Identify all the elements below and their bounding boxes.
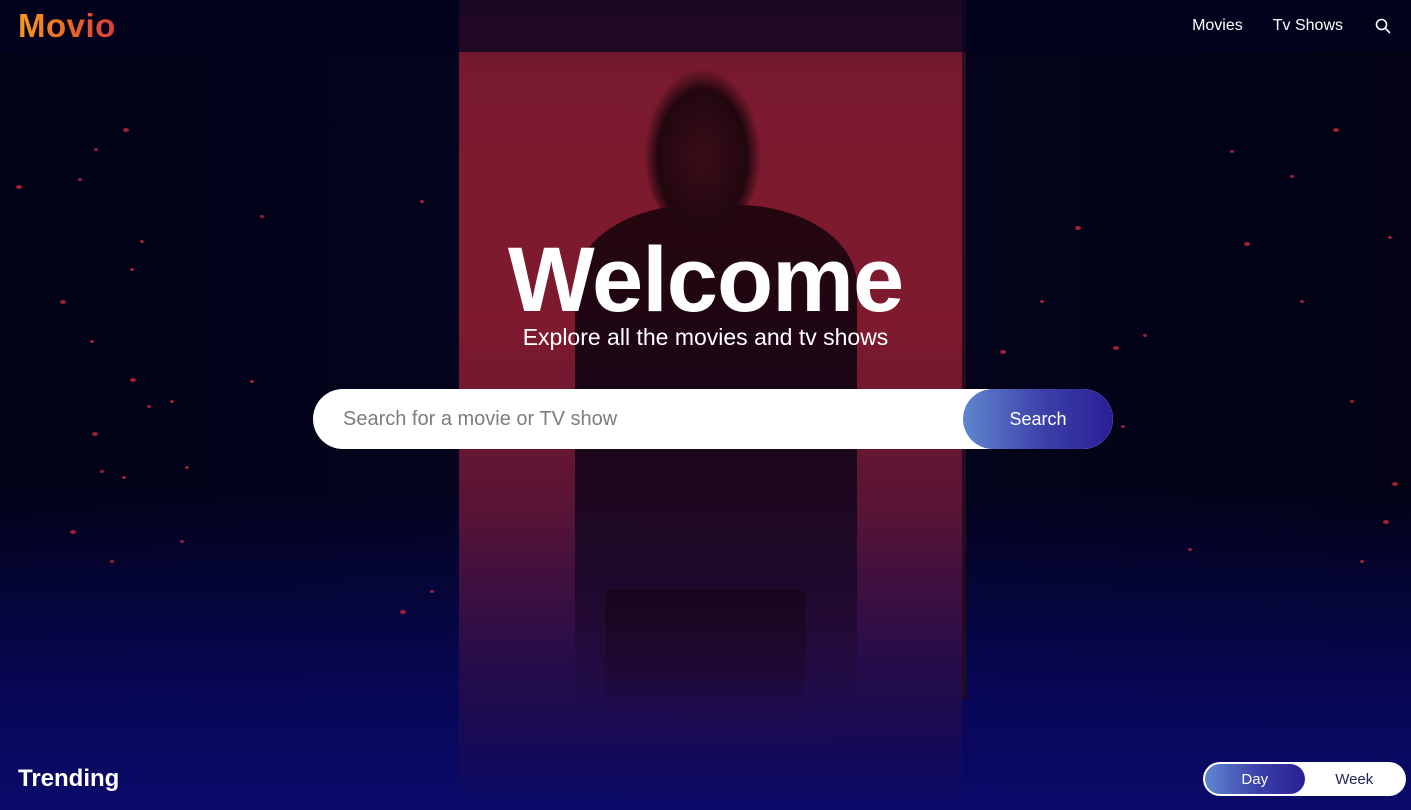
- ember-particle: [123, 128, 129, 132]
- hero-search-bar: Search: [313, 389, 1113, 449]
- ember-particle: [420, 200, 424, 203]
- poster-figure-head: [645, 70, 760, 230]
- ember-particle: [250, 380, 254, 383]
- ember-particle: [170, 400, 174, 403]
- ember-particle: [94, 148, 98, 151]
- ember-particle: [147, 405, 151, 408]
- ember-particle: [1360, 560, 1364, 563]
- ember-particle: [1188, 548, 1192, 551]
- search-button[interactable]: Search: [963, 389, 1113, 449]
- main-nav: Movies Tv Shows: [1192, 16, 1393, 36]
- ember-particle: [400, 610, 406, 614]
- nav-link-movies[interactable]: Movies: [1192, 17, 1243, 35]
- hero-title: Welcome: [507, 229, 904, 331]
- ember-particle: [185, 466, 189, 469]
- ember-particle: [260, 215, 264, 218]
- ember-particle: [110, 560, 114, 563]
- poster-figure-legs: [605, 590, 805, 720]
- logo[interactable]: Movio: [18, 7, 116, 45]
- ember-particle: [1333, 128, 1339, 132]
- ember-particle: [1392, 482, 1398, 486]
- ember-particle: [122, 476, 126, 479]
- ember-particle: [1383, 520, 1389, 524]
- ember-particle: [1350, 400, 1354, 403]
- trending-period-toggle: Day Week: [1203, 762, 1406, 796]
- page: Movio Movies Tv Shows Welcome Explore al…: [0, 0, 1411, 810]
- search-icon[interactable]: [1373, 16, 1393, 36]
- toggle-option-week[interactable]: Week: [1305, 764, 1405, 794]
- trending-heading: Trending: [18, 765, 120, 792]
- ember-particle: [180, 540, 184, 543]
- top-navigation-bar: Movio Movies Tv Shows: [0, 0, 1411, 52]
- hero-section: Welcome Explore all the movies and tv sh…: [0, 228, 1411, 351]
- ember-particle: [92, 432, 98, 436]
- ember-particle: [130, 378, 136, 382]
- nav-link-tv-shows[interactable]: Tv Shows: [1273, 17, 1343, 35]
- ember-particle: [70, 530, 76, 534]
- ember-particle: [16, 185, 22, 189]
- search-input[interactable]: [313, 389, 963, 449]
- ember-particle: [1121, 425, 1125, 428]
- ember-particle: [1290, 175, 1294, 178]
- ember-particle: [1230, 150, 1234, 153]
- ember-particle: [78, 178, 82, 181]
- ember-particle: [430, 590, 434, 593]
- toggle-option-day[interactable]: Day: [1205, 764, 1305, 794]
- hero-subtitle: Explore all the movies and tv shows: [522, 324, 889, 350]
- ember-particle: [100, 470, 104, 473]
